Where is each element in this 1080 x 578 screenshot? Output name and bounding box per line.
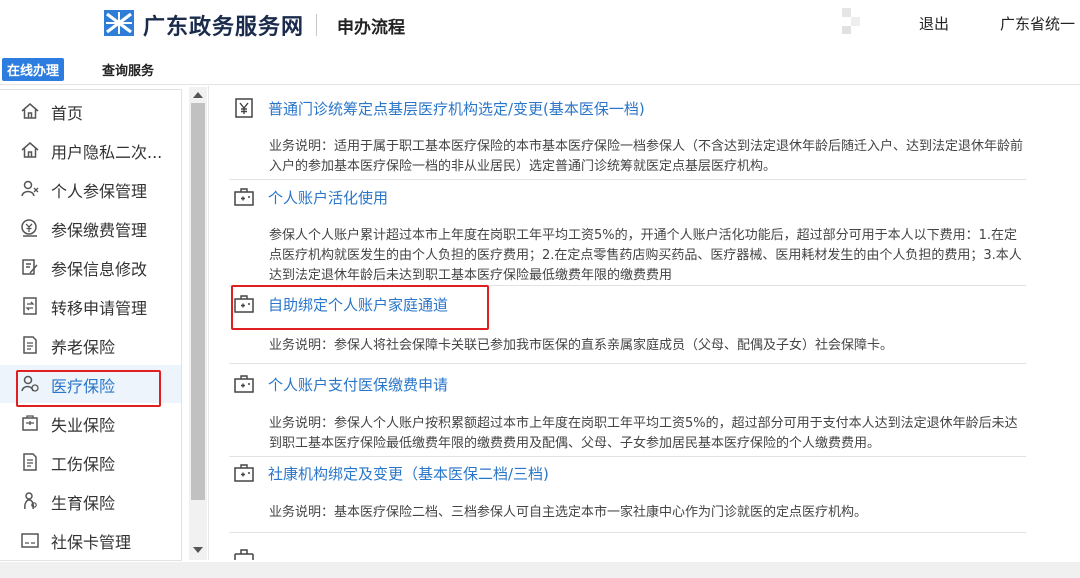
document-icon	[23, 453, 37, 471]
bottom-status-bar	[0, 562, 1080, 578]
sidebar-item-label: 工伤保险	[51, 455, 116, 474]
medical-kit-icon	[234, 464, 254, 482]
service-desc: 业务说明：基本医疗保险二档、三档参保人可自主选定本市一家社康中心作为门诊就医的定…	[269, 505, 868, 520]
service-title[interactable]: 个人账户支付医保缴费申请	[268, 374, 448, 395]
sidebar-item-unemployment[interactable]: 失业保险	[0, 404, 181, 442]
highlight-box-family-binding	[231, 285, 489, 330]
sidebar-item-label: 个人参保管理	[51, 182, 148, 201]
sidebar-item-label: 转移申请管理	[51, 299, 148, 318]
highlight-box-medical	[16, 370, 161, 407]
sidebar-item-home[interactable]: 首页	[0, 92, 181, 130]
scroll-up-button[interactable]	[189, 87, 207, 103]
top-header: 广东政务服务网 申办流程 退出 广东省统一	[0, 0, 1080, 48]
tab-query-service[interactable]: 查询服务	[102, 60, 154, 79]
sidebar: 首页 用户隐私二次... 个人参保管理 参保缴费管理 参保信息修改 转移申请管理…	[0, 89, 182, 561]
card-icon	[21, 533, 39, 548]
divider	[229, 363, 1026, 364]
service-desc: 业务说明：参保人将社会保障卡关联已参加我市医保的直系亲属家庭成员（父母、配偶及子…	[269, 338, 894, 353]
divider	[229, 532, 1026, 533]
sidebar-item-injury[interactable]: 工伤保险	[0, 443, 181, 481]
arrow-up-icon	[193, 92, 203, 98]
site-brand[interactable]: 广东政务服务网	[143, 9, 304, 41]
sidebar-item-payment[interactable]: 参保缴费管理	[0, 209, 181, 247]
home-icon	[21, 142, 39, 158]
service-title[interactable]: 社康机构绑定及变更（基本医保二档/三档)	[268, 463, 549, 484]
sidebar-item-transfer[interactable]: 转移申请管理	[0, 287, 181, 325]
service-desc: 参保人个人账户累计超过本市上年度在岗职工年平均工资5%的，开通个人账户活化功能后…	[269, 228, 1022, 283]
sidebar-item-label: 首页	[51, 104, 84, 123]
service-title[interactable]: 个人账户活化使用	[268, 187, 388, 208]
sidebar-item-maternity[interactable]: 生育保险	[0, 482, 181, 520]
guangdong-logo-icon	[104, 10, 134, 36]
home-icon	[21, 103, 39, 119]
divider	[229, 456, 1026, 457]
scroll-down-button[interactable]	[189, 542, 207, 558]
sidebar-item-label: 失业保险	[51, 416, 116, 435]
page-title: 申办流程	[337, 18, 405, 38]
sidebar-item-personal-insurance[interactable]: 个人参保管理	[0, 170, 181, 208]
medical-kit-icon	[234, 188, 254, 206]
medical-kit-icon	[234, 549, 254, 560]
transfer-icon	[23, 297, 37, 315]
divider	[229, 179, 1026, 180]
yen-icon	[235, 98, 253, 118]
sidebar-item-label: 社保卡管理	[51, 533, 132, 552]
service-list: 普通门诊统筹定点基层医疗机构选定/变更(基本医保一档) 业务说明：适用于属于职工…	[208, 86, 1080, 560]
logout-button[interactable]: 退出	[919, 13, 949, 34]
briefcase-icon	[22, 415, 38, 431]
user-avatar[interactable]	[842, 8, 860, 34]
scrollbar-thumb[interactable]	[191, 103, 205, 500]
sidebar-item-card[interactable]: 社保卡管理	[0, 521, 181, 559]
sidebar-item-label: 参保信息修改	[51, 260, 148, 279]
sidebar-item-pension[interactable]: 养老保险	[0, 326, 181, 364]
header-divider	[316, 14, 317, 36]
tabs-divider	[0, 84, 1080, 85]
service-desc: 业务说明：适用于属于职工基本医疗保险的本市基本医疗保险一档参保人（不含达到法定退…	[269, 139, 1024, 174]
region-selector[interactable]: 广东省统一	[1000, 13, 1075, 34]
edit-icon	[22, 259, 38, 275]
person-icon	[21, 180, 39, 197]
service-title[interactable]: 普通门诊统筹定点基层医疗机构选定/变更(基本医保一档)	[268, 98, 645, 119]
top-tabs: 在线办理 查询服务	[0, 56, 1080, 82]
sidebar-item-info-modify[interactable]: 参保信息修改	[0, 248, 181, 286]
document-icon	[23, 336, 37, 354]
sidebar-item-label: 参保缴费管理	[51, 221, 148, 240]
sidebar-item-label: 生育保险	[51, 494, 116, 513]
arrow-down-icon	[193, 547, 203, 553]
sidebar-item-privacy[interactable]: 用户隐私二次...	[0, 131, 181, 169]
tab-online-service[interactable]: 在线办理	[2, 58, 65, 81]
baby-icon	[24, 492, 37, 510]
sidebar-item-label: 用户隐私二次...	[51, 143, 163, 162]
coin-icon	[21, 219, 37, 237]
medical-kit-icon	[234, 375, 254, 393]
service-desc: 业务说明：参保人个人账户按积累额超过本市上年度在岗职工年平均工资5%的，超过部分…	[269, 416, 1018, 451]
sidebar-item-label: 养老保险	[51, 338, 116, 357]
